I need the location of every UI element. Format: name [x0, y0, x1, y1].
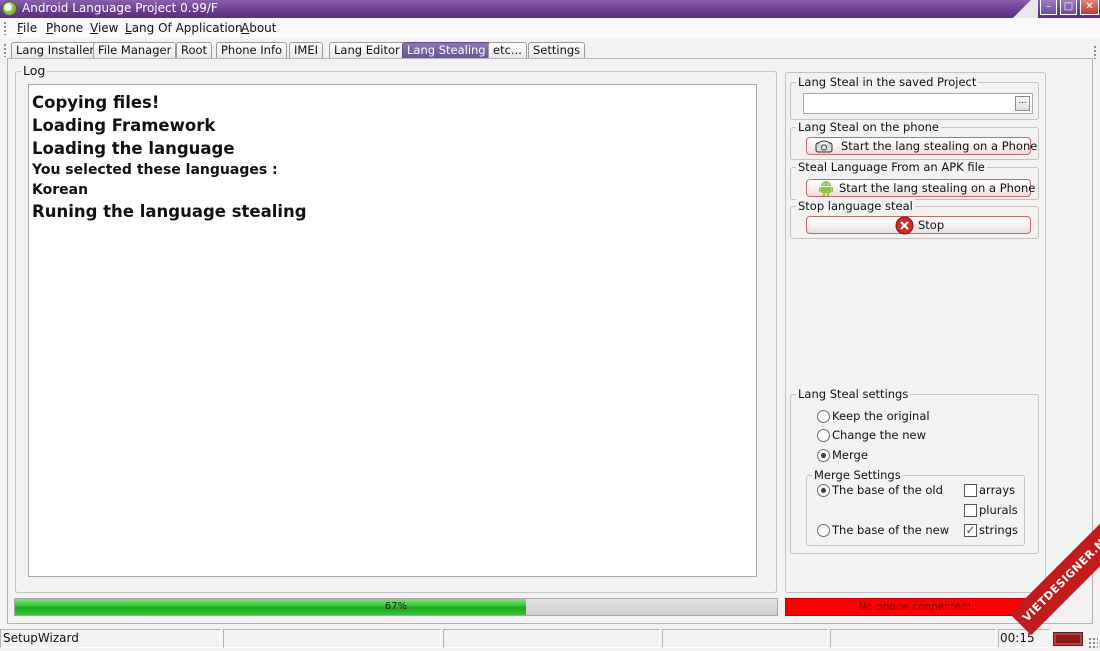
tab-lang-installer[interactable]: Lang Installer	[11, 42, 100, 58]
menu-phone-label: hone	[53, 21, 84, 35]
main-window: Android Language Project 0.99/F – □ ✕ Fi…	[0, 0, 1100, 651]
keep-original-label: Keep the original	[832, 409, 930, 423]
status-panel	[830, 629, 996, 648]
tab-lang-editor[interactable]: Lang Editor	[329, 42, 405, 58]
progress-text: 67%	[384, 601, 408, 612]
plurals-label: plurals	[979, 503, 1018, 517]
menu-phone[interactable]: Phone	[46, 21, 83, 35]
tab-file-manager[interactable]: File Manager	[93, 42, 177, 58]
minimize-button[interactable]: –	[1040, 0, 1057, 15]
settings-title: Lang Steal settings	[796, 387, 911, 401]
browse-button[interactable]: ...	[1015, 96, 1030, 111]
phone-icon	[815, 140, 833, 153]
merge-label: Merge	[832, 448, 868, 462]
menu-about[interactable]: About	[241, 21, 277, 35]
status-panel	[223, 629, 441, 648]
menu-file-label: ile	[23, 21, 38, 35]
status-panel	[662, 629, 828, 648]
log-line: Copying files!	[32, 93, 160, 112]
status-time: 00:15	[998, 629, 1050, 648]
menu-view-label: iew	[97, 21, 119, 35]
menu-grip-icon[interactable]	[3, 21, 7, 35]
radio-base-old[interactable]	[817, 484, 830, 497]
status-bar: SetupWizard 00:15	[0, 626, 1100, 651]
base-new-label: The base of the new	[832, 523, 950, 537]
tab-etc[interactable]: etc...	[488, 42, 527, 58]
change-new-label: Change the new	[832, 428, 926, 442]
log-line: You selected these languages :	[32, 162, 278, 178]
resize-grip-icon[interactable]	[1088, 637, 1098, 649]
tab-grip-icon[interactable]	[3, 43, 7, 57]
title-bar-decoration	[1010, 0, 1038, 18]
close-button[interactable]: ✕	[1080, 0, 1099, 15]
minimize-icon: –	[1046, 1, 1051, 12]
tab-phone-info[interactable]: Phone Info	[216, 42, 288, 58]
log-group-title: Log	[21, 63, 48, 78]
start-phone-steal-label: Start the lang stealing on a Phone	[841, 139, 1038, 153]
stop-icon	[895, 216, 914, 235]
log-line: Runing the language stealing	[32, 202, 307, 221]
saved-project-field[interactable]: ...	[803, 93, 1033, 114]
app-logo-icon	[2, 1, 17, 16]
tab-overflow-grip-icon[interactable]	[1093, 45, 1097, 59]
menu-bar: File Phone View Lang Of Application Abou…	[0, 18, 1100, 39]
menu-view-accel: V	[90, 21, 98, 35]
menu-lang-of-application[interactable]: Lang Of Application	[125, 21, 243, 35]
start-apk-steal-button[interactable]: Start the lang stealing on a Phone	[806, 179, 1035, 197]
battery-icon	[1053, 632, 1083, 646]
stop-group-title: Stop language steal	[796, 199, 915, 213]
checkbox-plurals[interactable]	[964, 504, 977, 517]
title-bar[interactable]: Android Language Project 0.99/F – □ ✕	[0, 0, 1100, 18]
window-title: Android Language Project 0.99/F	[22, 1, 218, 15]
progress-bar: 67%	[14, 598, 778, 616]
strings-label: strings	[979, 523, 1019, 537]
log-line: Loading Framework	[32, 116, 216, 135]
phone-status-badge: No phone connected!	[785, 598, 1045, 616]
stop-label: Stop	[918, 218, 945, 232]
base-old-label: The base of the old	[832, 483, 943, 497]
phone-steal-title: Lang Steal on the phone	[796, 120, 941, 134]
checkbox-arrays[interactable]	[964, 484, 977, 497]
tab-root[interactable]: Root	[176, 42, 213, 58]
menu-file[interactable]: File	[17, 21, 37, 35]
merge-settings-title: Merge Settings	[812, 468, 903, 482]
maximize-button[interactable]: □	[1060, 0, 1077, 15]
start-phone-steal-button[interactable]: Start the lang stealing on a Phone	[806, 137, 1037, 155]
radio-change-new[interactable]	[817, 429, 830, 442]
log-line: Korean	[32, 182, 89, 198]
saved-project-title: Lang Steal in the saved Project	[796, 75, 979, 89]
log-output[interactable]: Copying files! Loading Framework Loading…	[28, 84, 757, 577]
menu-lang-label: ang Of Application	[131, 21, 243, 35]
menu-lang-accel: L	[125, 21, 132, 35]
checkmark-icon: ✓	[965, 523, 976, 537]
radio-keep-original[interactable]	[817, 410, 830, 423]
tab-imei[interactable]: IMEI	[289, 42, 323, 58]
start-apk-steal-label: Start the lang stealing on a Phone	[839, 181, 1036, 195]
stop-button[interactable]: Stop	[806, 216, 1031, 235]
close-icon: ✕	[1085, 1, 1094, 12]
maximize-icon: □	[1063, 1, 1074, 12]
status-panel-main: SetupWizard	[0, 629, 221, 648]
menu-view[interactable]: View	[90, 21, 118, 35]
log-line: Loading the language	[32, 139, 235, 158]
menu-about-accel: A	[241, 21, 250, 35]
tab-lang-stealing[interactable]: Lang Stealing	[402, 42, 491, 58]
apk-steal-title: Steal Language From an APK file	[796, 160, 987, 174]
tab-strip: Lang Installer File Manager Root Phone I…	[0, 39, 1100, 59]
checkbox-strings[interactable]: ✓	[964, 524, 977, 537]
tab-settings[interactable]: Settings	[528, 42, 586, 58]
android-icon	[819, 181, 833, 196]
status-panel	[443, 629, 660, 648]
radio-merge[interactable]	[817, 449, 830, 462]
arrays-label: arrays	[979, 483, 1016, 497]
menu-about-label: bout	[249, 21, 277, 35]
radio-base-new[interactable]	[817, 524, 830, 537]
